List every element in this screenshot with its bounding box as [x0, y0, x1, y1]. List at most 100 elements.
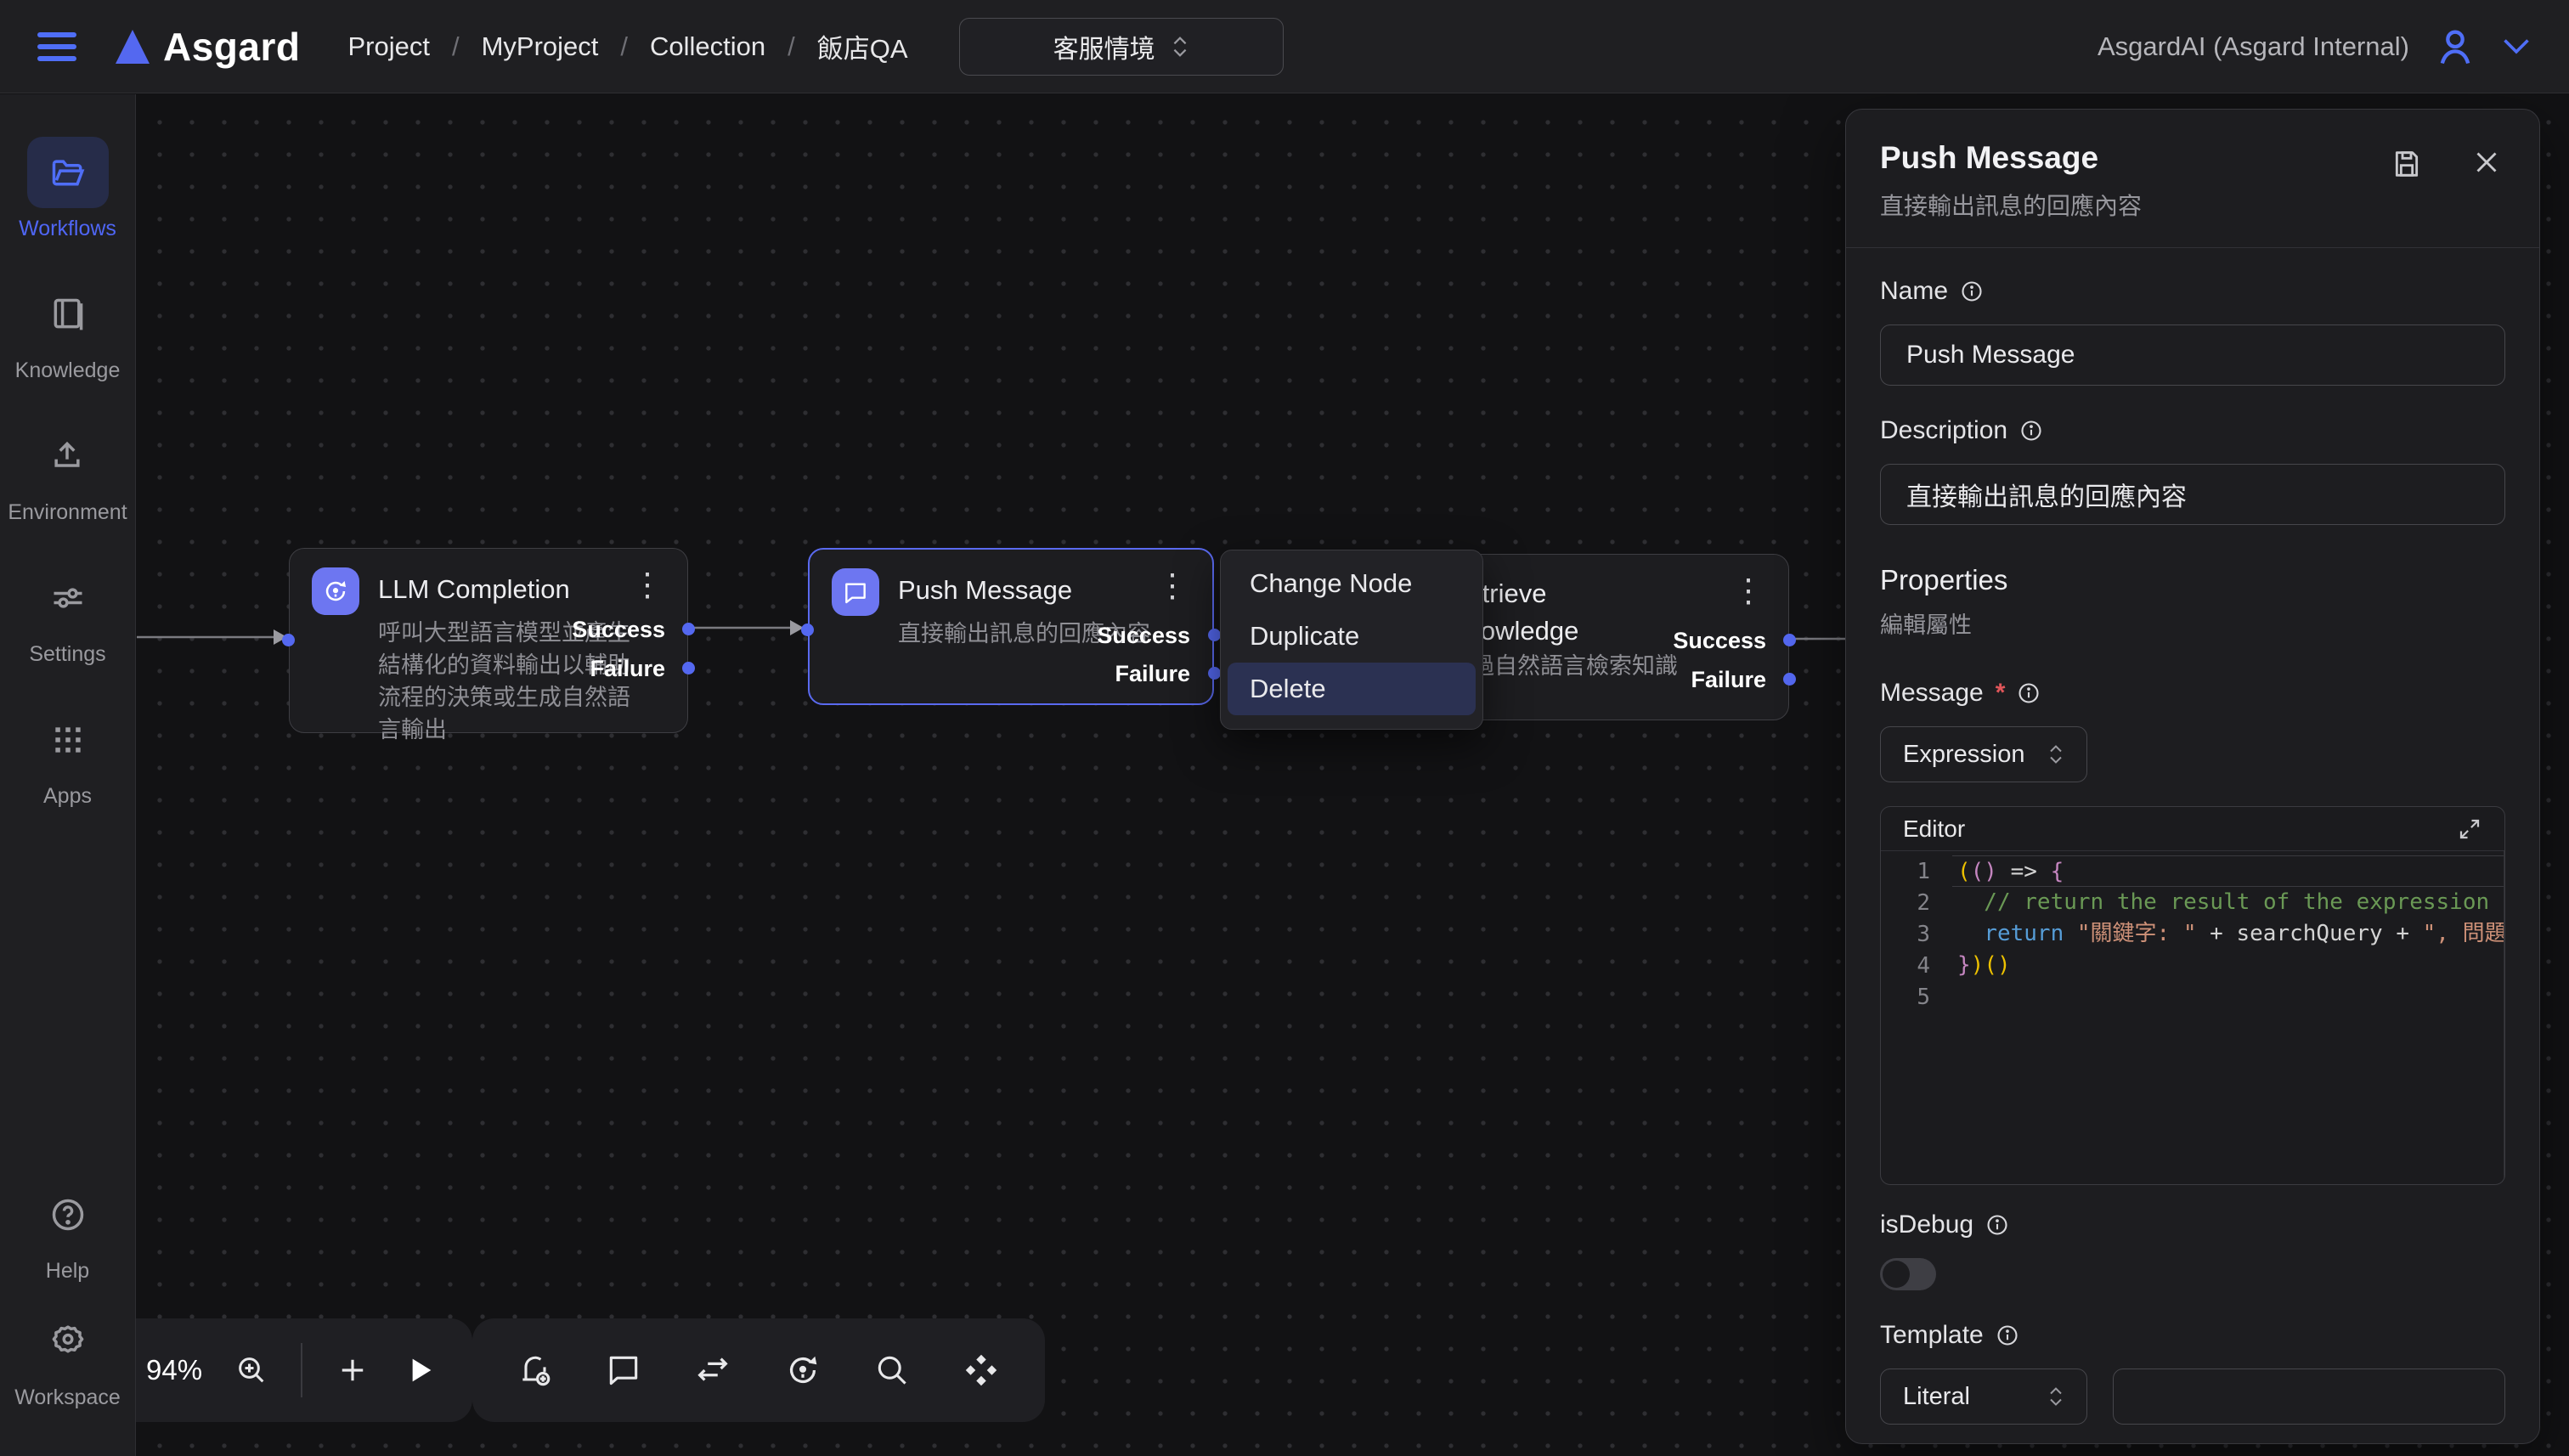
port-success-label: Success	[1673, 628, 1766, 654]
zoom-level: 94%	[146, 1354, 202, 1386]
sidebar-label: Apps	[43, 784, 92, 809]
info-icon[interactable]	[1985, 1213, 2009, 1237]
select-chevrons-icon	[1171, 36, 1189, 58]
node-push-message[interactable]: Push Message ⋮ 直接輸出訊息的回應內容 Success Failu…	[808, 548, 1214, 705]
settings-sliders-icon	[27, 562, 109, 634]
sidebar-item-help[interactable]: Help	[27, 1179, 109, 1284]
input-port[interactable]	[801, 624, 814, 636]
description-label: Description	[1880, 416, 2505, 445]
expression-editor: Editor 12345 (() => { // return the resu…	[1880, 806, 2505, 1185]
breadcrumb-separator: /	[452, 31, 460, 62]
line-numbers: 12345	[1881, 851, 1952, 1184]
code-lines: (() => { // return the result of the exp…	[1952, 851, 2504, 1184]
sidebar-item-knowledge[interactable]: Knowledge	[15, 279, 121, 383]
failure-port[interactable]	[1783, 673, 1796, 686]
save-icon[interactable]	[2390, 147, 2424, 181]
sidebar-label: Workspace	[14, 1385, 121, 1410]
success-port[interactable]	[682, 623, 695, 635]
info-icon[interactable]	[2017, 681, 2041, 705]
failure-port[interactable]	[682, 662, 695, 674]
environment-select-value: 客服情境	[1053, 28, 1155, 65]
node-context-menu: Change Node Duplicate Delete	[1220, 550, 1483, 730]
environment-upload-icon	[26, 420, 108, 492]
workspace-gear-icon	[27, 1306, 109, 1377]
description-input[interactable]	[1880, 464, 2505, 525]
sidebar-label: Knowledge	[15, 358, 121, 383]
code-editor[interactable]: 12345 (() => { // return the result of t…	[1881, 851, 2504, 1184]
template-value-input[interactable]	[2113, 1369, 2505, 1425]
sidebar-label: Help	[46, 1259, 89, 1284]
info-icon[interactable]	[1996, 1323, 2019, 1347]
node-llm-completion[interactable]: LLM Completion ⋮ 呼叫大型語言模型並產生結構化的資料輸出以輔助流…	[289, 548, 688, 733]
llm-completion-icon	[312, 567, 359, 615]
port-success-label: Success	[572, 617, 665, 643]
sidebar-item-environment[interactable]: Environment	[8, 420, 127, 525]
success-port[interactable]	[1208, 629, 1221, 641]
input-port[interactable]	[282, 634, 295, 646]
sidebar-label: Settings	[29, 642, 105, 667]
port-failure-label: Failure	[1691, 667, 1766, 693]
port-failure-label: Failure	[1115, 661, 1190, 687]
comment-icon[interactable]	[605, 1352, 642, 1389]
message-type-value: Expression	[1903, 741, 2024, 769]
breadcrumb-myproject[interactable]: MyProject	[482, 31, 599, 62]
asgard-triangle-icon	[116, 30, 150, 64]
toolbar-divider	[301, 1343, 302, 1397]
context-menu-item-delete[interactable]: Delete	[1228, 663, 1476, 715]
breadcrumb-project[interactable]: Project	[347, 31, 429, 62]
breadcrumb-current[interactable]: 飯店QA	[817, 27, 908, 65]
app-name: Asgard	[163, 24, 300, 70]
context-menu-item-change-node[interactable]: Change Node	[1228, 557, 1476, 610]
node-menu-kebab-icon[interactable]: ⋮	[1732, 577, 1764, 606]
name-input[interactable]	[1880, 324, 2505, 386]
app-logo[interactable]: Asgard	[116, 24, 300, 70]
select-chevrons-icon	[2047, 744, 2064, 765]
auto-layout-icon[interactable]	[962, 1351, 1001, 1390]
tools-toolbar	[472, 1318, 1045, 1422]
account-chevron-down-icon[interactable]	[2501, 37, 2532, 57]
sidebar-item-workflows[interactable]: Workflows	[19, 137, 116, 241]
node-title: Push Message	[898, 575, 1072, 606]
message-type-select[interactable]: Expression	[1880, 726, 2087, 782]
environment-select[interactable]: 客服情境	[959, 18, 1284, 76]
workflows-folder-icon	[27, 137, 109, 208]
context-menu-item-duplicate[interactable]: Duplicate	[1228, 610, 1476, 663]
sidebar-item-apps[interactable]: Apps	[27, 704, 109, 809]
panel-subtitle: 直接輸出訊息的回應內容	[1880, 188, 2505, 222]
editor-title: Editor	[1903, 815, 1965, 843]
user-avatar-icon[interactable]	[2433, 25, 2477, 69]
success-port[interactable]	[1783, 634, 1796, 646]
zoom-in-button[interactable]	[234, 1353, 268, 1387]
node-title: LLM Completion	[378, 574, 570, 605]
add-node-button[interactable]	[335, 1352, 370, 1388]
sidebar-label: Environment	[8, 500, 127, 525]
info-icon[interactable]	[1960, 279, 1984, 303]
top-bar: Asgard Project / MyProject / Collection …	[0, 0, 2569, 93]
run-workflow-button[interactable]	[403, 1353, 437, 1387]
properties-subtitle: 編輯屬性	[1880, 607, 2505, 640]
breadcrumb-collection[interactable]: Collection	[650, 31, 765, 62]
isdebug-toggle[interactable]	[1880, 1258, 1936, 1290]
sidebar-item-settings[interactable]: Settings	[27, 562, 109, 667]
close-icon[interactable]	[2471, 147, 2502, 181]
node-config-panel: Push Message 直接輸出訊息的回應內容 Name	[1845, 109, 2540, 1444]
swap-arrows-icon[interactable]	[693, 1351, 732, 1390]
breadcrumb-separator: /	[620, 31, 628, 62]
sidebar-item-workspace[interactable]: Workspace	[14, 1306, 121, 1410]
template-type-select[interactable]: Literal	[1880, 1369, 2087, 1425]
push-message-icon	[832, 568, 879, 616]
menu-hamburger-icon[interactable]	[37, 32, 76, 61]
search-icon[interactable]	[873, 1352, 911, 1389]
template-label: Template	[1880, 1321, 2505, 1350]
expand-editor-icon[interactable]	[2457, 816, 2482, 842]
left-sidebar: Workflows Knowledge Environment Settings	[0, 94, 136, 1456]
node-menu-kebab-icon[interactable]: ⋮	[631, 571, 663, 600]
notification-add-icon[interactable]	[517, 1352, 554, 1389]
failure-port[interactable]	[1208, 667, 1221, 680]
properties-title: Properties	[1880, 564, 2505, 596]
llm-run-icon[interactable]	[783, 1351, 822, 1390]
info-icon[interactable]	[2019, 419, 2043, 443]
node-menu-kebab-icon[interactable]: ⋮	[1156, 572, 1189, 601]
breadcrumb: Project / MyProject / Collection / 飯店QA	[347, 27, 907, 65]
port-failure-label: Failure	[590, 656, 665, 682]
